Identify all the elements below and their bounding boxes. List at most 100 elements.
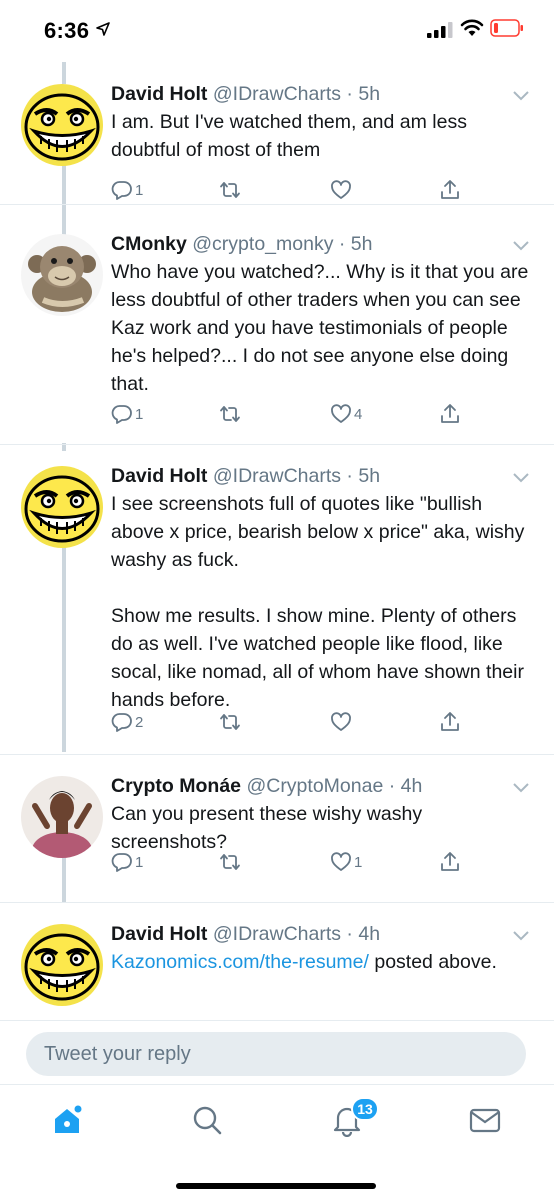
share-icon [441,852,459,871]
reply-button[interactable]: 1 [111,400,143,428]
envelope-icon [469,1108,501,1133]
tweet-body: CMonky @crypto_monky · 5h Who have you w… [111,230,534,398]
tweet-body: David Holt @IDrawCharts · 4h Kazonomics.… [111,920,534,976]
heart-icon [331,852,351,871]
display-name[interactable]: CMonky [111,233,187,255]
search-icon [193,1106,222,1135]
troll-face-avatar-image [21,466,103,548]
tweet-body: Crypto Monáe @CryptoMonae · 4h Can you p… [111,772,534,856]
reply-count: 1 [135,181,144,199]
tweet-text: I see screenshots full of quotes like "b… [111,493,525,711]
reply-icon [111,713,132,732]
heart-icon [331,180,351,199]
monkey-plush-avatar-image [21,234,103,316]
tweet-header: CMonky @crypto_monky · 5h [111,230,534,258]
user-handle[interactable]: @IDrawCharts [213,83,341,105]
troll-face-avatar-image [21,84,103,166]
location-arrow-icon [96,22,110,36]
display-name[interactable]: David Holt [111,465,207,487]
tweet-text: Who have you watched?... Why is it that … [111,261,534,395]
tweet-text: I am. But I've watched them, and am less… [111,111,473,161]
status-time: 6:36 [44,18,90,43]
display-name[interactable]: Crypto Monáe [111,775,241,797]
tweet-time: · 5h [341,465,381,487]
reply-icon [111,181,132,200]
tweet-header: David Holt @IDrawCharts · 5h [111,80,534,108]
share-icon [441,180,459,199]
retweet-button[interactable] [219,708,243,736]
retweet-icon [220,714,240,730]
battery-low-icon [490,19,523,37]
tab-messages[interactable] [468,1103,508,1143]
avatar-monkey-plush[interactable] [21,234,103,316]
tweet-header: David Holt @IDrawCharts · 5h [111,462,534,490]
reply-icon [111,853,132,872]
tab-home[interactable] [50,1103,90,1143]
share-button[interactable] [439,848,461,876]
heart-icon [331,712,351,731]
user-handle[interactable]: @IDrawCharts [213,465,341,487]
reply-button[interactable]: 1 [111,176,143,204]
tweet[interactable]: David Holt @IDrawCharts · 4h Kazonomics.… [0,902,554,1020]
tweet-body: David Holt @IDrawCharts · 5h I am. But I… [111,80,534,164]
avatar-troll-face[interactable] [21,84,103,166]
tweet-text: Kazonomics.com/the-resume/ posted above. [111,948,534,976]
retweet-icon [220,854,240,870]
person-photo-avatar-image [21,776,103,858]
home-indicator[interactable] [176,1183,376,1189]
like-button[interactable] [330,176,354,204]
chevron-down-icon[interactable] [512,930,530,942]
tweet-body: David Holt @IDrawCharts · 5h I see scree… [111,462,534,714]
like-button[interactable]: 4 [330,400,362,428]
avatar-crypto-monae[interactable] [21,776,103,858]
like-button[interactable] [330,708,354,736]
like-count: 4 [354,405,363,423]
troll-face-avatar-image [21,924,103,1006]
tab-search[interactable] [190,1103,230,1143]
reply-button[interactable]: 2 [111,708,143,736]
tweet-time: · 5h [341,83,381,105]
share-icon [441,712,459,731]
display-name[interactable]: David Holt [111,83,207,105]
resume-link[interactable]: Kazonomics.com/the-resume/ [111,951,369,973]
retweet-button[interactable] [219,848,243,876]
user-handle[interactable]: @crypto_monky [192,233,333,255]
tweet-text-rest: posted above. [368,951,497,973]
tweet-actions: 1 1 [0,848,554,876]
tweet[interactable]: David Holt @IDrawCharts · 5h I see scree… [0,444,554,755]
avatar-troll-face[interactable] [21,466,103,548]
tweet-header: Crypto Monáe @CryptoMonae · 4h [111,772,534,800]
share-button[interactable] [439,400,461,428]
retweet-button[interactable] [219,400,243,428]
tweet-time: · 5h [333,233,373,255]
chevron-down-icon[interactable] [512,240,530,252]
display-name[interactable]: David Holt [111,923,207,945]
tweet-time: · 4h [341,923,381,945]
avatar-troll-face[interactable] [21,924,103,1006]
signal-icon [427,22,453,38]
tweet-header: David Holt @IDrawCharts · 4h [111,920,534,948]
share-button[interactable] [439,176,461,204]
reply-count: 2 [135,713,144,731]
home-icon [55,1105,82,1133]
share-icon [441,404,459,423]
tweet[interactable]: Crypto Monáe @CryptoMonae · 4h Can you p… [0,754,554,903]
chevron-down-icon[interactable] [512,472,530,484]
like-button[interactable]: 1 [330,848,362,876]
retweet-icon [220,406,240,422]
share-button[interactable] [439,708,461,736]
notification-count-badge: 13 [351,1097,379,1121]
chevron-down-icon[interactable] [512,90,530,102]
retweet-button[interactable] [219,176,243,204]
tweet[interactable]: David Holt @IDrawCharts · 5h I am. But I… [0,62,554,205]
user-handle[interactable]: @IDrawCharts [213,923,341,945]
user-handle[interactable]: @CryptoMonae [246,775,383,797]
chevron-down-icon[interactable] [512,782,530,794]
reply-button[interactable]: 1 [111,848,143,876]
conversation-thread[interactable]: David Holt @IDrawCharts · 5h I am. But I… [0,62,554,1020]
reply-composer: Tweet your reply [0,1020,554,1085]
wifi-icon [460,19,484,36]
tweet[interactable]: CMonky @crypto_monky · 5h Who have you w… [0,212,554,445]
tweet-reply-input[interactable]: Tweet your reply [26,1032,526,1076]
reply-icon [111,405,132,424]
